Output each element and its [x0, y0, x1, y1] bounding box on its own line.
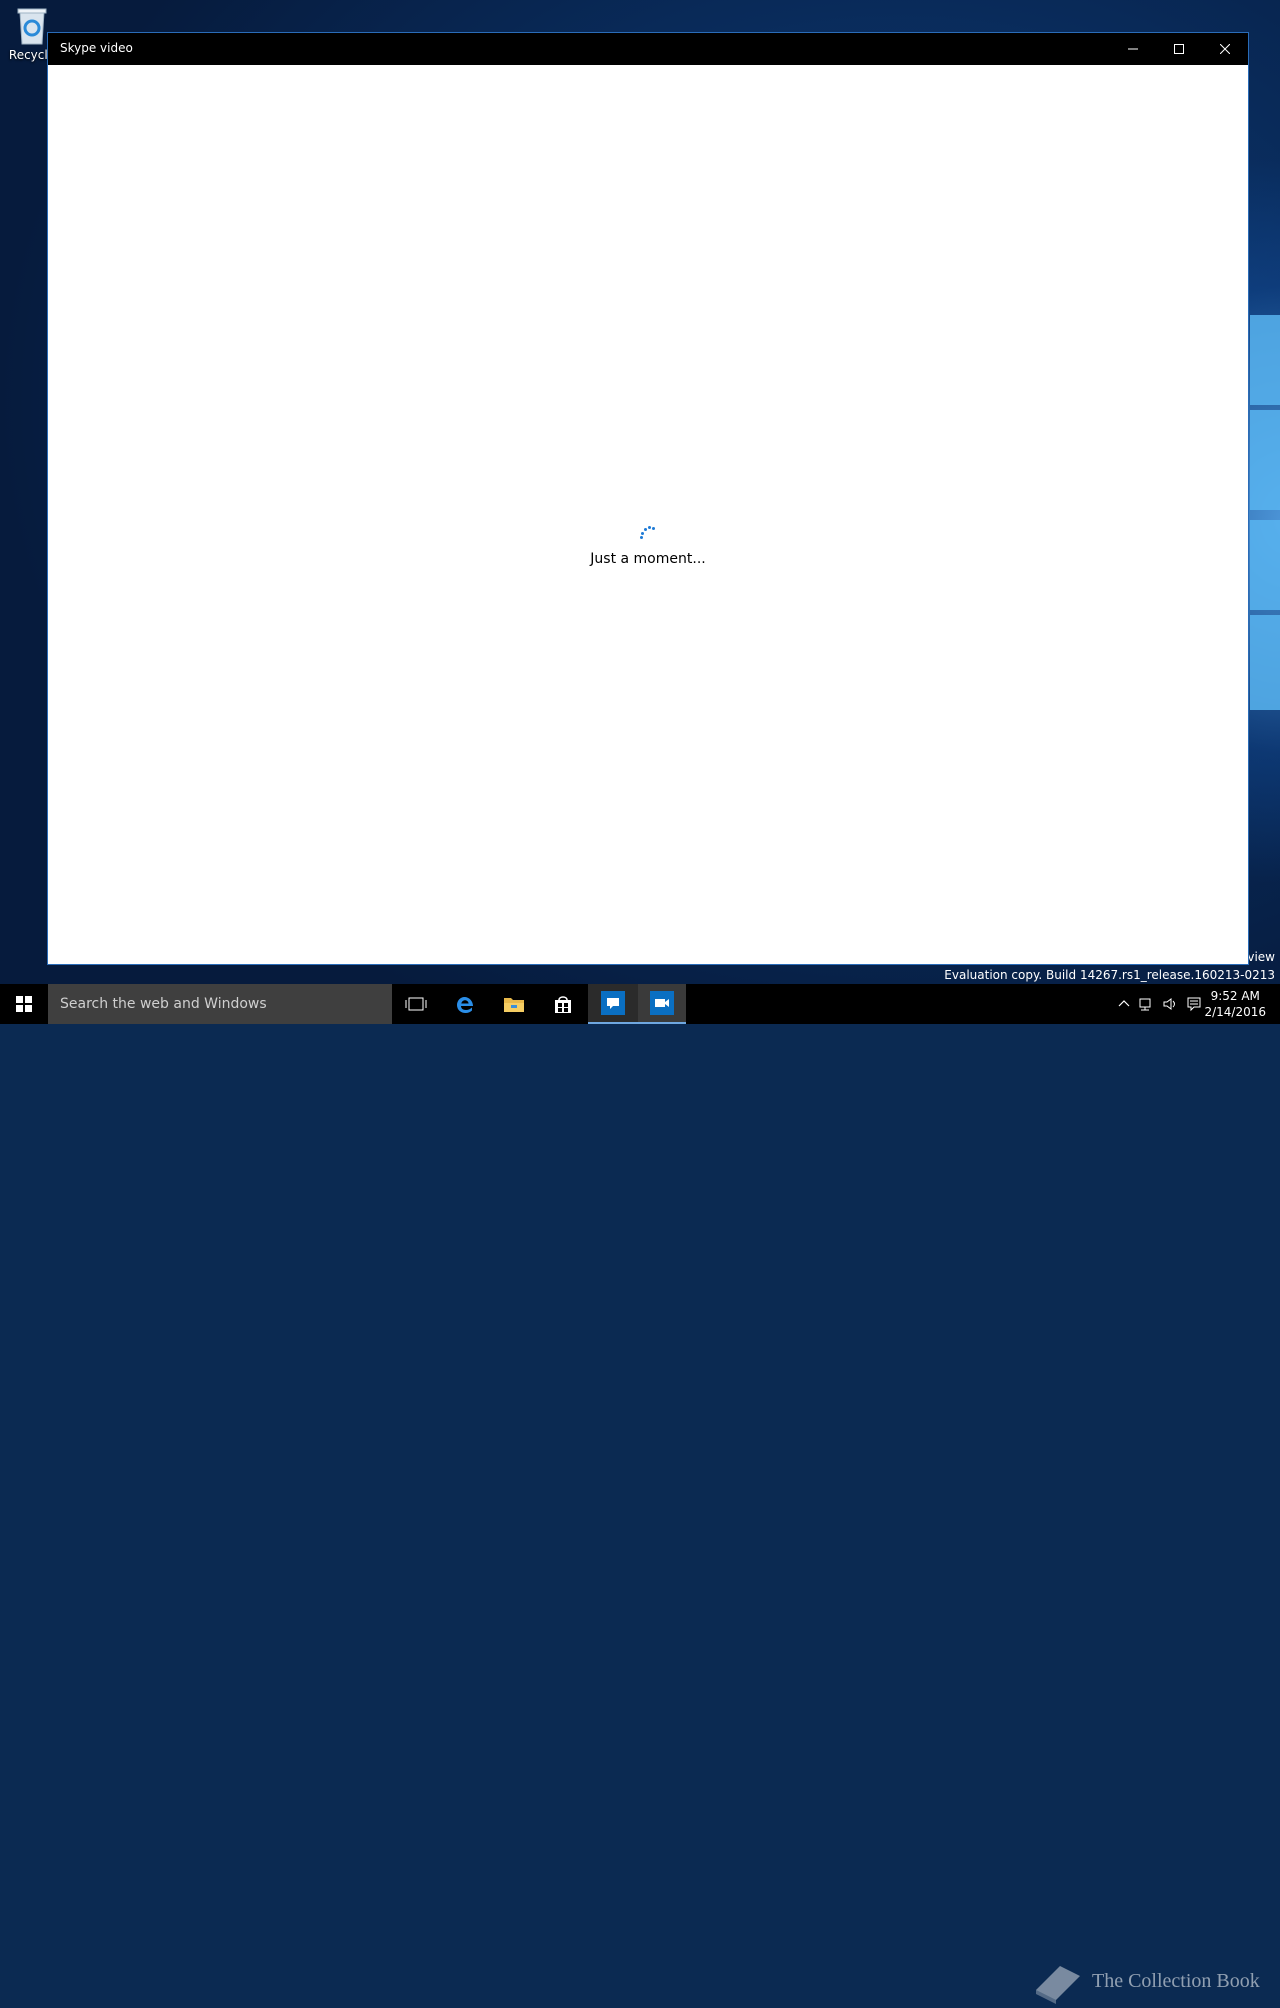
- network-icon[interactable]: [1138, 996, 1154, 1012]
- file-explorer-button[interactable]: [490, 984, 538, 1024]
- close-icon: [1220, 44, 1230, 54]
- volume-icon[interactable]: [1162, 996, 1178, 1012]
- watermark-text: The Collection Book: [1092, 1970, 1260, 1992]
- wallpaper-logo-pane: [1250, 410, 1280, 510]
- book-logo-icon: [1036, 1966, 1080, 2004]
- chat-bubble-icon: [601, 991, 625, 1015]
- eval-watermark-build: Evaluation copy. Build 14267.rs1_release…: [944, 968, 1275, 982]
- loading-text: Just a moment...: [590, 551, 706, 567]
- clock-time: 9:52 AM: [1210, 989, 1260, 1003]
- maximize-icon: [1174, 44, 1184, 54]
- edge-icon: [457, 997, 473, 1013]
- task-view-button[interactable]: [392, 984, 440, 1024]
- search-input[interactable]: [48, 984, 392, 1024]
- loading-indicator: Just a moment...: [48, 525, 1248, 567]
- windows-logo-icon: [16, 996, 32, 1012]
- skype-video-taskbar-button[interactable]: [638, 984, 686, 1024]
- search-box[interactable]: [48, 984, 392, 1024]
- clock[interactable]: 9:52 AM 2/14/2016: [1204, 988, 1266, 1020]
- minimize-button[interactable]: [1110, 33, 1156, 65]
- store-bag-icon: [555, 996, 571, 1013]
- window-title: Skype video: [60, 41, 133, 55]
- spinner-icon: [638, 525, 658, 545]
- start-button[interactable]: [0, 984, 48, 1024]
- wallpaper-logo-pane: [1250, 615, 1280, 710]
- close-button[interactable]: [1202, 33, 1248, 65]
- chevron-up-icon[interactable]: [1116, 996, 1132, 1012]
- skype-messaging-taskbar-button[interactable]: [588, 984, 638, 1024]
- wallpaper-logo-pane: [1250, 315, 1280, 405]
- skype-video-window: Skype video Just a moment...: [47, 32, 1249, 965]
- store-button[interactable]: [538, 984, 588, 1024]
- maximize-button[interactable]: [1156, 33, 1202, 65]
- minimize-icon: [1128, 48, 1138, 50]
- system-tray: 9:52 AM 2/14/2016: [1110, 984, 1280, 1024]
- clock-date: 2/14/2016: [1204, 1005, 1266, 1019]
- title-bar[interactable]: Skype video: [48, 33, 1248, 65]
- wallpaper-logo-pane: [1250, 520, 1280, 610]
- recycle-bin-icon: [15, 6, 49, 46]
- window-content: Just a moment...: [48, 65, 1248, 964]
- collection-book-watermark: The Collection Book: [1030, 1960, 1280, 2008]
- taskbar: The Collection Book 9:52 AM 2/14/2016: [0, 984, 1280, 2004]
- video-camera-icon: [650, 991, 674, 1015]
- action-center-icon[interactable]: [1186, 996, 1202, 1012]
- folder-icon: [504, 998, 524, 1012]
- task-view-icon: [405, 997, 427, 1011]
- edge-taskbar-button[interactable]: [440, 984, 490, 1024]
